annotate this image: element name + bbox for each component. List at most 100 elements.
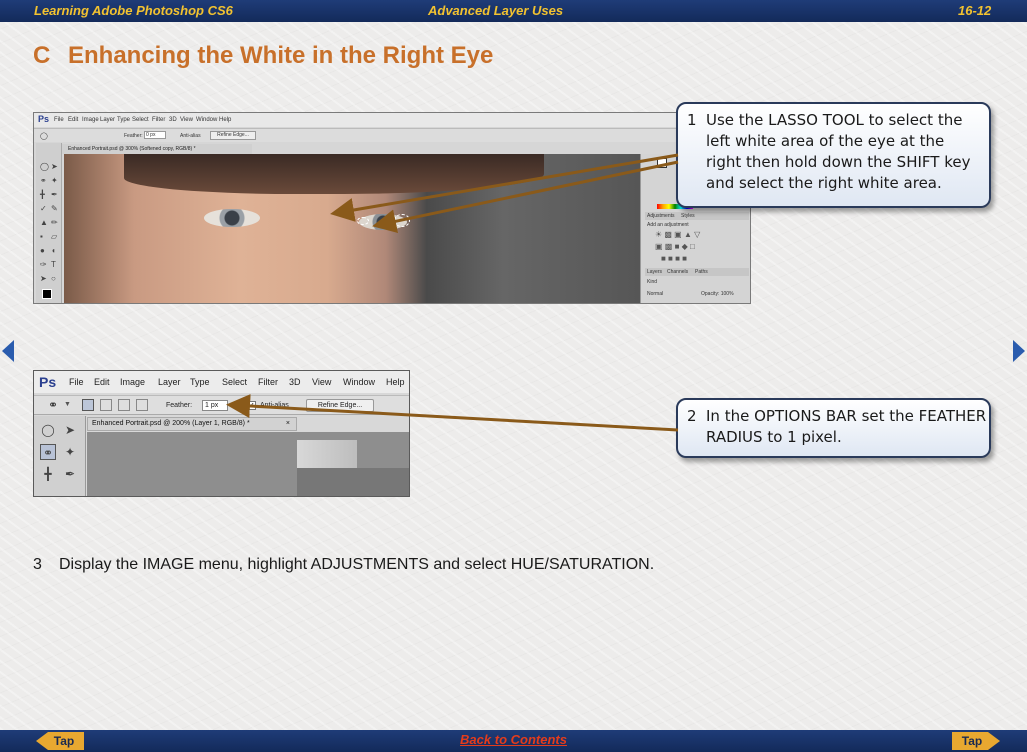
menu-file: File [54, 117, 64, 123]
menu-select: Select [132, 117, 149, 123]
book-title: Learning Adobe Photoshop CS6 [34, 3, 233, 18]
kind-filter: Kind [647, 279, 658, 285]
chapter-title: Advanced Layer Uses [428, 3, 564, 18]
ps-options-bar: ◯ Feather: 0 px Anti-alias Refine Edge..… [34, 128, 750, 142]
feather-input: 0 px [144, 131, 166, 139]
crop-tool-icon: ╋ [44, 467, 52, 481]
adjustments-tab: Adjustments [647, 213, 675, 219]
photoshop-screenshot-options-bar: Ps File Edit Image Layer Type Select Fil… [33, 370, 410, 497]
quick-select-icon: ✦ [64, 445, 76, 459]
path-select-icon: ➤ [40, 274, 47, 283]
paths-tab: Paths [695, 269, 708, 275]
eyedropper-icon: ✒ [64, 467, 76, 481]
foreground-color-swatch [42, 289, 52, 299]
type-tool-icon: T [51, 260, 56, 269]
feather-label: Feather: [166, 402, 193, 409]
blend-mode: Normal [647, 291, 664, 297]
canvas-preview [297, 440, 357, 468]
menu-view: View [312, 377, 332, 387]
color-swatch [657, 158, 667, 168]
menu-help: Help [219, 117, 232, 123]
photoshop-screenshot-lasso: Ps File Edit Image Layer Type Select Fil… [33, 112, 751, 304]
shape-tool-icon: ○ [51, 274, 56, 283]
intersect-selection-icon [136, 399, 148, 411]
lasso-tool-active-icon: ⚭ [40, 444, 56, 460]
menu-3d: 3D [169, 117, 177, 123]
menu-select: Select [222, 377, 248, 387]
hair [124, 154, 544, 194]
step-2-text: In the OPTIONS BAR set the FEATHER RADIU… [706, 407, 987, 446]
marquee-tool-icon: ◯ [41, 423, 55, 437]
selection-right-white [394, 214, 410, 227]
menu-filter: Filter [258, 377, 278, 387]
step-3-number: 3 [33, 556, 42, 573]
adjustment-icons-row3: ■ ■ ■ ■ [661, 254, 687, 263]
close-icon: × [285, 420, 290, 427]
eraser-icon: ▪ [40, 232, 43, 241]
left-eye [204, 209, 260, 227]
adjustment-icons-row1: ☀ ▩ ▣ ▲ ▽ [655, 230, 701, 239]
step-1-callout: 1 Use the LASSO TOOL to select the left … [676, 102, 991, 208]
pencil-icon: ✎ [51, 204, 58, 213]
lasso-icon: ◯ [40, 133, 48, 140]
antialias-checkbox: ✓ [247, 401, 256, 410]
adjustments-tab-row: Adjustments Styles [645, 212, 749, 220]
move-tool-icon: ➤ [51, 162, 58, 171]
ps-menubar: Ps File Edit Image Layer Type Select Fil… [34, 113, 750, 127]
menu-type: Type [190, 377, 210, 387]
canvas-area [87, 432, 409, 496]
lasso-tool-icon: ⚭ [40, 176, 47, 185]
document-tab-label: Enhanced Portrait.psd @ 200% (Layer 1, R… [92, 420, 250, 427]
header-bar: Learning Adobe Photoshop CS6 Advanced La… [0, 0, 1027, 22]
blur-tool-icon: ● [40, 246, 45, 255]
opacity-value: Opacity: 100% [701, 291, 734, 297]
toolbox: ◯ ➤ ⚭ ✦ ╋ ✒ ✓ ✎ ▲ ✏ ▪ ▱ ● ◖ ✑ T ➤ ○ [36, 143, 62, 303]
styles-tab: Styles [681, 213, 695, 219]
menu-edit: Edit [94, 377, 110, 387]
canvas-dark-region [297, 468, 409, 496]
new-selection-icon [82, 399, 94, 411]
back-to-contents-link[interactable]: Back to Contents [0, 732, 1027, 747]
document-tab: Enhanced Portrait.psd @ 300% (Softened c… [62, 144, 252, 154]
next-page-arrow-icon[interactable] [1013, 340, 1025, 362]
eyedropper-icon: ✒ [51, 190, 58, 199]
footer-bar: Tap Back to Contents Tap [0, 730, 1027, 752]
options-bar: ⚭ ▼ Feather: 1 px ✓ Anti-alias Refine Ed… [34, 395, 409, 415]
menu-type: Type [117, 117, 131, 123]
pen-tool-icon: ✑ [40, 260, 47, 269]
menu-window: Window [343, 377, 376, 387]
antialias-label: Anti-alias [260, 402, 289, 409]
menu-filter: Filter [152, 117, 166, 123]
prev-page-arrow-icon[interactable] [2, 340, 14, 362]
menu-view: View [180, 117, 193, 123]
ps-logo-icon: Ps [38, 114, 50, 124]
add-selection-icon [100, 399, 112, 411]
add-adjustment-label: Add an adjustment [647, 222, 689, 228]
menu-file: File [69, 377, 84, 387]
step-1-text: Use the LASSO TOOL to select the left wh… [706, 111, 971, 192]
step-1-number: 1 [687, 111, 697, 129]
chevron-down-icon: ▼ [64, 401, 71, 408]
step-2-callout: 2 In the OPTIONS BAR set the FEATHER RAD… [676, 398, 991, 458]
section-title: Enhancing the White in the Right Eye [68, 42, 494, 69]
layers-tab: Layers [647, 269, 663, 275]
lasso-tool-icon: ⚭ [48, 398, 59, 412]
menu-image: Image [82, 117, 99, 123]
refine-edge-button: Refine Edge... [210, 131, 256, 140]
step-3-text: Display the IMAGE menu, highlight ADJUST… [59, 556, 655, 573]
refine-edge-button: Refine Edge... [306, 399, 374, 412]
section-letter: C [33, 42, 51, 69]
ps-logo-icon: Ps [39, 374, 57, 390]
menu-layer: Layer [100, 117, 116, 123]
menu-window: Window [196, 117, 218, 123]
channels-tab: Channels [667, 269, 689, 275]
layers-tab-row: Layers Channels Paths [645, 268, 749, 276]
page-number: 16-12 [958, 3, 992, 18]
menu-layer: Layer [158, 377, 181, 387]
quick-select-icon: ✦ [51, 176, 58, 185]
step-2-number: 2 [687, 407, 697, 425]
menu-image: Image [120, 377, 146, 387]
move-tool-icon: ➤ [64, 423, 76, 437]
brush-tool-icon: ✓ [40, 204, 47, 213]
stamp-tool-icon: ▲ [40, 218, 48, 227]
